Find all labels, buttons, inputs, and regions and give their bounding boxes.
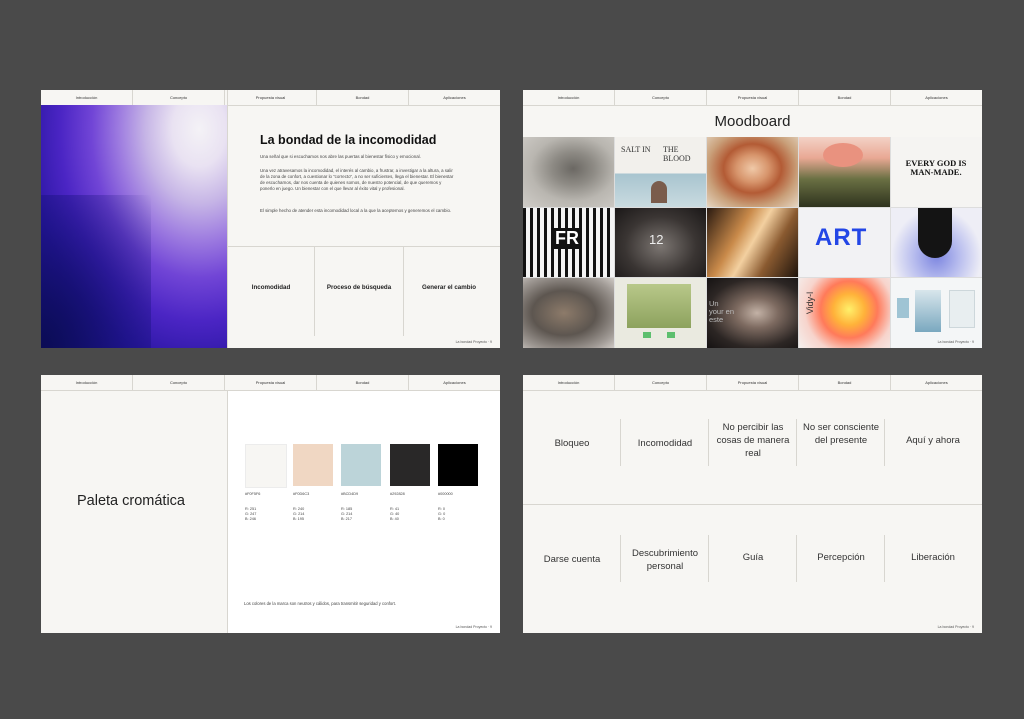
mood-image: Un your en este [707,278,798,348]
nav-item[interactable]: Propuesta visual [225,375,317,390]
slide-intro[interactable]: Introducción Concepto Propuesta visual B… [41,90,500,348]
poster-text: ART [815,223,868,251]
poster-text: Un your en este [709,299,735,325]
color-swatch [390,444,430,486]
poster-text: Vidy-l [805,292,816,315]
rgb-values: R: 185 G: 214 B: 217 [341,507,353,521]
slide-nav: Introducción Concepto Propuesta visual B… [41,90,500,106]
poster-text: THE BLOOD [663,145,691,163]
nav-item[interactable]: Bondad [317,375,409,390]
process-cell: Guía [742,552,764,563]
process-cell: No percibir las cosas de manera real [716,422,790,459]
nav-item[interactable]: Bondad [799,375,891,390]
mood-image: ART [799,207,890,278]
concept-cell: Proceso de búsqueda [326,284,392,291]
mood-image: 12 [615,207,706,278]
nav-item[interactable]: Aplicaciones [409,90,500,105]
process-cell: Incomodidad [637,438,693,449]
hex-code: #F0F5F6 [245,492,261,496]
nav-item[interactable]: Concepto [133,90,225,105]
slide-title: La bondad de la incomodidad [260,133,437,147]
color-swatch [245,444,287,488]
rgb-values: R: 240 G: 214 B: 195 [293,507,305,521]
nav-item[interactable]: Aplicaciones [891,90,982,105]
process-cell: Liberación [911,552,955,563]
rgb-values: R: 0 G: 0 B: 0 [438,507,446,521]
slide-footer: La bondad Proyecto · 9 [937,340,974,344]
nav-item[interactable]: Aplicaciones [891,375,982,390]
divider [523,504,982,505]
mood-image: FR [523,207,614,278]
hex-code: #000000 [438,492,453,496]
slide-nav: Introducción Concepto Propuesta visual B… [523,375,982,391]
slide-title: Paleta cromática [77,493,185,509]
poster-text: 12 [649,231,664,247]
left-panel [41,391,227,633]
divider [403,246,404,336]
divider [227,246,500,247]
mood-image: Vidy-l [799,278,890,348]
divider [227,391,228,633]
color-swatch [341,444,381,486]
process-cell: Bloqueo [554,438,590,449]
concept-cell: Incomodidad [251,284,291,291]
hex-code: #292828 [390,492,405,496]
hex-code: #F0D6C3 [293,492,310,496]
slide-title: Moodboard [714,113,791,130]
mood-image [891,278,982,348]
lead-text: Una señal que si escuchamos nos abre las… [260,154,421,159]
body-text: El simple hecho de atender esta incomodi… [260,208,452,213]
mood-image: SALT IN THE BLOOD [615,137,706,207]
nav-item[interactable]: Bondad [799,90,891,105]
nav-item[interactable]: Introducción [41,90,133,105]
rgb-values: R: 251 G: 247 B: 246 [245,507,257,521]
concept-cell: Generar el cambio [422,284,476,291]
nav-item[interactable]: Propuesta visual [707,375,799,390]
process-cell: Darse cuenta [543,554,601,565]
process-cell: Aquí y ahora [906,435,960,446]
mood-image: EVERY GOD IS MAN-MADE. [891,137,982,207]
divider [314,246,315,336]
divider [227,90,228,348]
mood-image [615,278,706,348]
palette-note: Los colores de la marca son neutros y cá… [244,601,396,606]
nav-item[interactable]: Propuesta visual [707,90,799,105]
process-cell: Descubrimiento personal [632,548,698,572]
moodboard-grid: SALT IN THE BLOOD EVERY GOD IS MAN-MADE.… [523,137,982,348]
nav-item[interactable]: Introducción [523,90,615,105]
mood-image [523,278,614,348]
color-swatch [293,444,333,486]
slide-palette[interactable]: Introducción Concepto Propuesta visual B… [41,375,500,633]
slide-footer: La bondad Proyecto · 9 [455,340,492,344]
body-text: Una vez atravesamos la incomodidad, el i… [260,168,454,191]
mood-image [891,207,982,278]
nav-item[interactable]: Concepto [615,90,707,105]
mood-image [707,137,798,207]
rgb-values: R: 41 G: 40 B: 40 [390,507,400,521]
poster-text: FR [553,227,581,249]
color-swatch [438,444,478,486]
nav-item[interactable]: Aplicaciones [409,375,500,390]
slide-moodboard[interactable]: Introducción Concepto Propuesta visual B… [523,90,982,348]
nav-item[interactable]: Introducción [523,375,615,390]
nav-item[interactable]: Concepto [133,375,225,390]
mood-image [707,207,798,278]
nav-item[interactable]: Concepto [615,375,707,390]
mood-image [799,137,890,207]
hex-code: #BCD4D9 [341,492,359,496]
process-cell: No ser consciente del presente [802,422,880,446]
slide-nav: Introducción Concepto Propuesta visual B… [523,90,982,106]
poster-text: EVERY GOD IS MAN-MADE. [905,158,967,177]
slide-footer: La bondad Proyecto · 9 [455,625,492,629]
process-cell: Percepción [817,552,865,563]
mood-image [523,137,614,207]
nav-item[interactable]: Introducción [41,375,133,390]
slide-footer: La bondad Proyecto · 9 [937,625,974,629]
nav-item[interactable]: Bondad [317,90,409,105]
poster-text: SALT IN [621,145,651,154]
gradient-image [41,105,227,348]
slide-nav: Introducción Concepto Propuesta visual B… [41,375,500,391]
nav-item[interactable]: Propuesta visual [225,90,317,105]
slide-process[interactable]: Introducción Concepto Propuesta visual B… [523,375,982,633]
